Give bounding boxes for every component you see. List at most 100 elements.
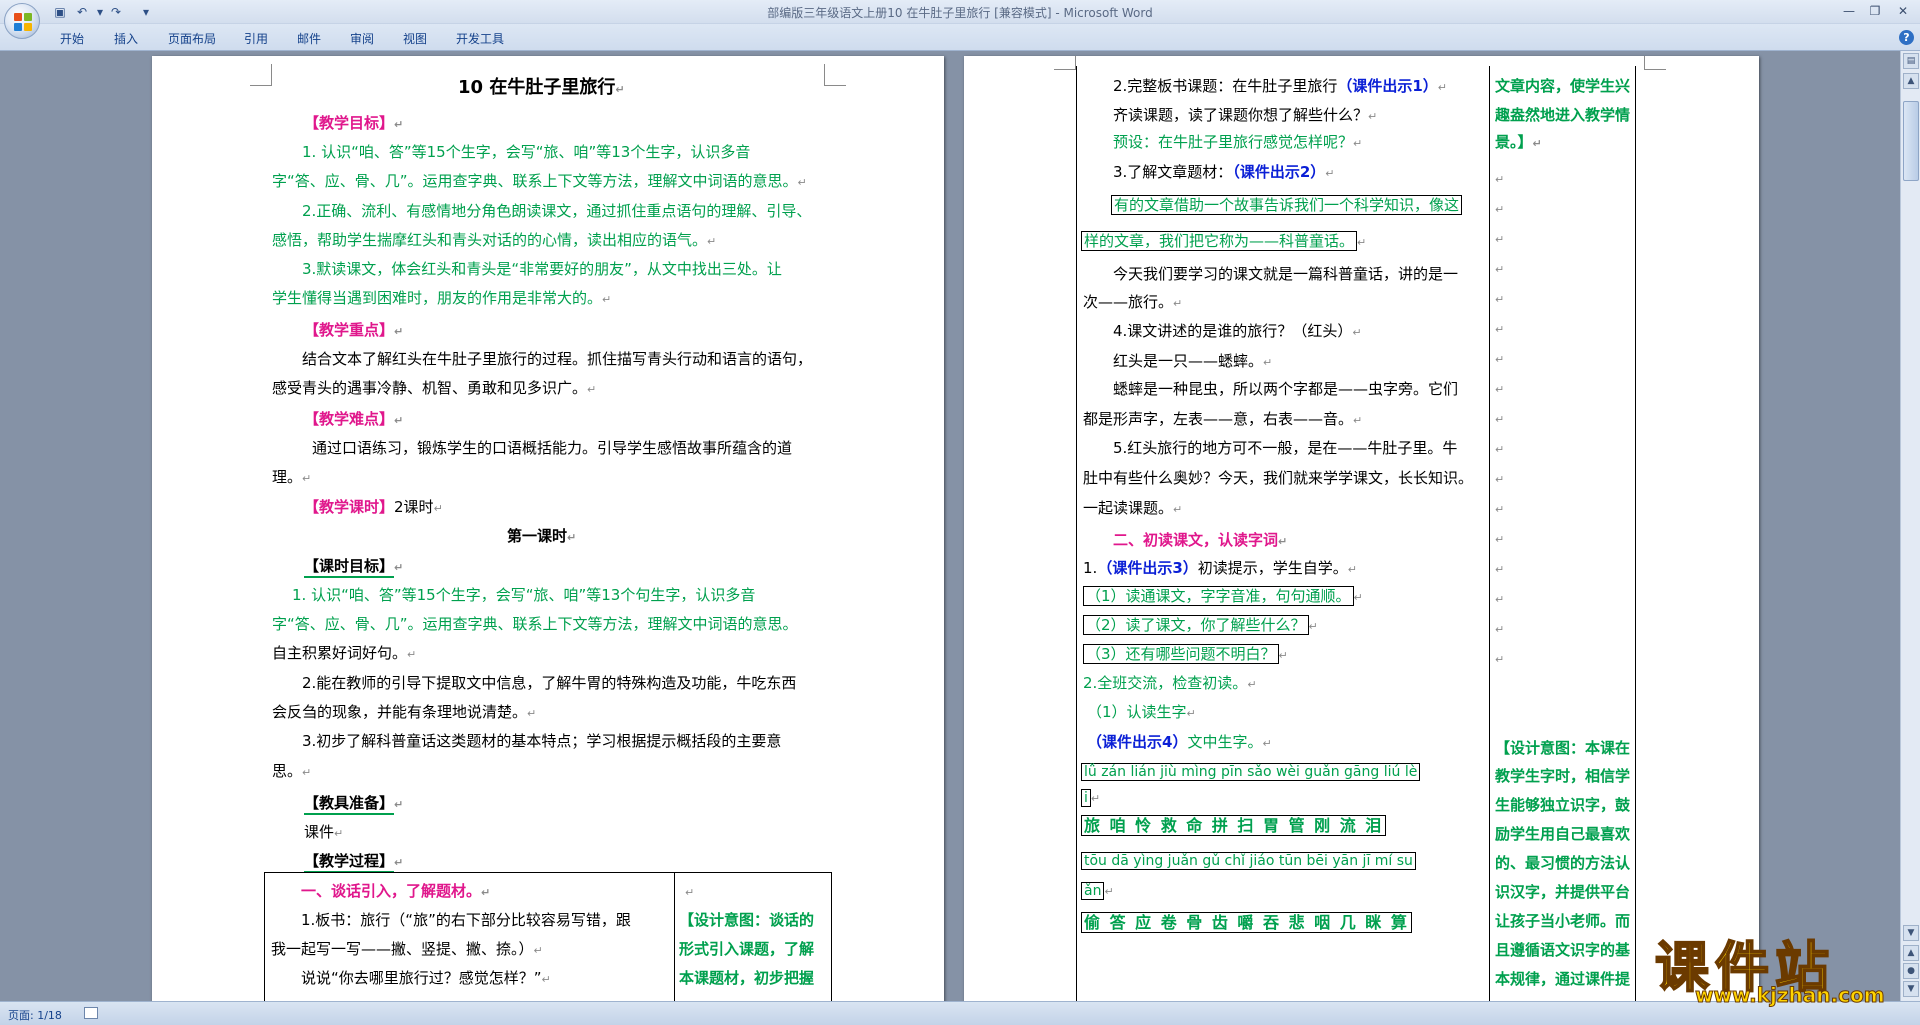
help-icon[interactable]: ? bbox=[1899, 30, 1914, 45]
heading-teaching-goals: 【教学目标】↵ bbox=[304, 114, 404, 132]
tab-home[interactable]: 开始 bbox=[60, 30, 84, 47]
table-cell-line: 我一起写一写——撇、竖提、撇、捺。）↵ bbox=[271, 940, 543, 958]
office-button[interactable] bbox=[4, 3, 40, 39]
body-line: 2.能在教师的引导下提取文中信息，了解牛胃的特殊构造及功能，牛吃东西 bbox=[302, 674, 797, 692]
boxed-text: （2）读了课文，你了解些什么？ ↵ bbox=[1083, 615, 1318, 637]
table-cell-line: 说说“你去哪里旅行过？感觉怎样？”↵ bbox=[301, 969, 551, 987]
document-page-1[interactable]: 10 在牛肚子里旅行↵ 【教学目标】↵ 1. 认识“咱、答”等15个生字，会写“… bbox=[152, 56, 944, 1001]
pinyin-row: tōu dā yìng juǎn gǔ chǐ jiáo tūn bēi yān… bbox=[1081, 851, 1416, 871]
goal-line: 3.默读课文，体会红头和青头是“非常要好的朋友”，从文中找出三处。让 bbox=[302, 260, 782, 278]
tab-mailings[interactable]: 邮件 bbox=[297, 30, 321, 47]
status-bar: 页面: 1/18 bbox=[0, 1001, 1920, 1025]
boxed-text: 样的文章，我们把它称为——科普童话。 ↵ bbox=[1081, 231, 1366, 253]
title-bar: ▣ ↶ ▾ ↷ ▾ 部编版三年级语文上册10 在牛肚子里旅行 [兼容模式] - … bbox=[0, 0, 1920, 39]
design-intent-line: 让孩子当小老师。而 bbox=[1495, 912, 1631, 930]
table-cell-line: 都是形声字，左表——意，右表——音。↵ bbox=[1083, 410, 1363, 428]
pinyin-row: i ↵ bbox=[1081, 788, 1100, 809]
table-cell-line: 1.（课件出示3）初读提示，学生自学。↵ bbox=[1083, 559, 1357, 577]
heading-materials: 【教具准备】↵ bbox=[304, 793, 403, 815]
design-intent-line: 【设计意图：谈话的 bbox=[679, 911, 815, 929]
process-table: 一、谈话引入，了解题材。↵ 1.板书：旅行（“旅”的右下部分比较容易写错，跟 我… bbox=[264, 872, 832, 1001]
body-line: 会反刍的现象，并能有条理地说清楚。↵ bbox=[272, 703, 537, 721]
tab-insert[interactable]: 插入 bbox=[114, 30, 138, 47]
heading-process: 【教学过程】↵ bbox=[304, 851, 403, 873]
vertical-scrollbar[interactable]: ▤ ▲ ▼ ▲ ● ▼ bbox=[1900, 51, 1920, 1001]
scroll-thumb[interactable] bbox=[1903, 101, 1919, 181]
office-logo-icon bbox=[14, 13, 32, 31]
body-line: 3.初步了解科普童话这类题材的基本特点；学习根据提示概括段的主要意 bbox=[302, 732, 782, 750]
heading-difficulties: 【教学难点】↵ bbox=[304, 410, 404, 428]
goal-line: 感悟，帮助学生揣摩红头和青头对话的的心情，读出相应的语气。↵ bbox=[272, 231, 717, 249]
tab-review[interactable]: 审阅 bbox=[350, 30, 374, 47]
body-line: 自主积累好词好句。↵ bbox=[272, 644, 417, 662]
tab-view[interactable]: 视图 bbox=[403, 30, 427, 47]
pinyin-row: lǚ zán lián jiù mìng pīn sǎo wèi guǎn gā… bbox=[1081, 762, 1421, 782]
page-counter[interactable]: 页面: 1/18 bbox=[8, 1007, 62, 1023]
design-intent-line: 生能够独立识字，鼓 bbox=[1495, 796, 1631, 814]
window-title: 部编版三年级语文上册10 在牛肚子里旅行 [兼容模式] - Microsoft … bbox=[767, 6, 1153, 20]
goal-line: 1. 认识“咱、答”等15个生字，会写“旅、咱”等13个句生字，认识多音 bbox=[292, 586, 756, 604]
character-row: 旅 咱 怜 救 命 拼 扫 胃 管 刚 流 泪 bbox=[1081, 815, 1387, 836]
table-cell-line: （课件出示4）文中生字。↵ bbox=[1087, 733, 1272, 751]
character-row: 偷 答 应 卷 骨 齿 嚼 吞 悲 咽 几 眯 算 bbox=[1081, 912, 1412, 933]
pinyin-row: ǎn ↵ bbox=[1081, 881, 1114, 902]
design-intent-line: 教学生字时，相信学 bbox=[1495, 767, 1631, 785]
design-intent-line: 景。】↵ bbox=[1495, 133, 1542, 151]
boxed-text: （1）读通课文，字字音准，句句通顺。 ↵ bbox=[1083, 586, 1363, 608]
body-line: 感受青头的遇事冷静、机智、勇敢和见多识广。↵ bbox=[272, 379, 597, 397]
close-icon[interactable]: ✕ bbox=[1890, 2, 1916, 20]
table-cell-line: 预设：在牛肚子里旅行感觉怎样呢？↵ bbox=[1113, 133, 1363, 151]
goal-line: 2.正确、流利、有感情地分角色朗读课文，通过抓住重点语句的理解、引导、 bbox=[302, 202, 812, 220]
heading-key-points: 【教学重点】↵ bbox=[304, 321, 404, 339]
design-intent-line: 本课题材，初步把握 bbox=[679, 969, 815, 987]
body-line: 通过口语练习，锻炼学生的口语概括能力。引导学生感悟故事所蕴含的道 bbox=[312, 439, 793, 457]
table-cell-line: 2.完整板书课题：在牛肚子里旅行（课件出示1）↵ bbox=[1113, 77, 1447, 95]
table-cell-line: 5.红头旅行的地方可不一般，是在——牛肚子里。牛 bbox=[1113, 439, 1458, 457]
watermark-logo: 课件站 www.kjzhan.com bbox=[1654, 923, 1905, 1008]
goal-line: 学生懂得当遇到困难时，朋友的作用是非常大的。↵ bbox=[272, 289, 612, 307]
table-cell-line: 今天我们要学习的课文就是一篇科普童话，讲的是一 bbox=[1113, 265, 1459, 283]
design-intent-line: 识汉字，并提供平台 bbox=[1495, 883, 1631, 901]
table-cell-line: 肚中有些什么奥妙？今天，我们就来学学课文，长长知识。 bbox=[1083, 469, 1474, 487]
table-cell-line: 次——旅行。↵ bbox=[1083, 293, 1183, 311]
table-cell-line: 红头是一只——蟋蟀。↵ bbox=[1113, 352, 1273, 370]
ribbon-tabs: 开始 插入 页面布局 引用 邮件 审阅 视图 开发工具 ? bbox=[0, 24, 1920, 51]
lesson-table: 2.完整板书课题：在牛肚子里旅行（课件出示1）↵ 齐读课题，读了课题你想了解些什… bbox=[1076, 66, 1636, 1001]
browse-object-icon[interactable]: ● bbox=[1903, 963, 1919, 979]
restore-icon[interactable]: ❐ bbox=[1862, 2, 1888, 20]
boxed-text: 有的文章借助一个故事告诉我们一个科学知识，像这 bbox=[1111, 195, 1463, 215]
design-intent-line: 趣盎然地进入教学情 bbox=[1495, 106, 1631, 124]
proofing-icon[interactable] bbox=[84, 1007, 98, 1019]
document-area[interactable]: 10 在牛肚子里旅行↵ 【教学目标】↵ 1. 认识“咱、答”等15个生字，会写“… bbox=[0, 51, 1900, 1001]
scroll-up-icon[interactable]: ▲ bbox=[1903, 73, 1919, 89]
previous-page-icon[interactable]: ▲ bbox=[1903, 945, 1919, 961]
section-heading: 二、初读课文，认读字词↵ bbox=[1113, 531, 1288, 549]
tab-references[interactable]: 引用 bbox=[244, 30, 268, 47]
body-line: 理。↵ bbox=[272, 468, 312, 486]
table-cell-line: 4.课文讲述的是谁的旅行？（红头）↵ bbox=[1113, 322, 1362, 340]
body-line: 结合文本了解红头在牛肚子里旅行的过程。抓住描写青头行动和语言的语句， bbox=[302, 350, 813, 368]
goal-line: 字“答、应、骨、几”。运用查字典、联系上下文等方法，理解文中词语的意思。↵ bbox=[272, 172, 807, 190]
table-heading: 一、谈话引入，了解题材。↵ bbox=[301, 882, 491, 900]
first-lesson-heading: 第一课时↵ bbox=[507, 527, 577, 545]
document-page-2[interactable]: 2.完整板书课题：在牛肚子里旅行（课件出示1）↵ 齐读课题，读了课题你想了解些什… bbox=[964, 56, 1759, 1001]
heading-lesson-goals: 【课时目标】↵ bbox=[304, 556, 403, 578]
design-intent-line: 形式引入课题，了解 bbox=[679, 940, 815, 958]
design-intent-line: 励学生用自己最喜欢 bbox=[1495, 825, 1631, 843]
page-title: 10 在牛肚子里旅行↵ bbox=[458, 77, 625, 98]
minimize-icon[interactable]: — bbox=[1836, 2, 1862, 20]
goal-line: 字“答、应、骨、几”。运用查字典、联系上下文等方法，理解文中词语的意思。 bbox=[272, 615, 798, 633]
table-cell-line: 2.全班交流，检查初读。↵ bbox=[1083, 674, 1257, 692]
table-cell-line: （1）认读生字↵ bbox=[1087, 703, 1196, 721]
next-page-icon[interactable]: ▼ bbox=[1903, 981, 1919, 997]
design-intent-line: 本规律，通过课件提 bbox=[1495, 970, 1631, 988]
scroll-down-icon[interactable]: ▼ bbox=[1903, 925, 1919, 941]
goal-line: 1. 认识“咱、答”等15个生字，会写“旅、咱”等13个生字，认识多音 bbox=[302, 143, 751, 161]
ruler-toggle-icon[interactable]: ▤ bbox=[1903, 53, 1919, 69]
lesson-hours: 【教学课时】2课时↵ bbox=[304, 498, 443, 516]
tab-developer[interactable]: 开发工具 bbox=[456, 30, 504, 47]
watermark-url: www.kjzhan.com bbox=[1695, 983, 1886, 1008]
tab-page-layout[interactable]: 页面布局 bbox=[168, 30, 216, 47]
table-cell-line: 齐读课题，读了课题你想了解些什么？↵ bbox=[1113, 106, 1378, 124]
table-cell-line: 一起读课题。↵ bbox=[1083, 499, 1183, 517]
